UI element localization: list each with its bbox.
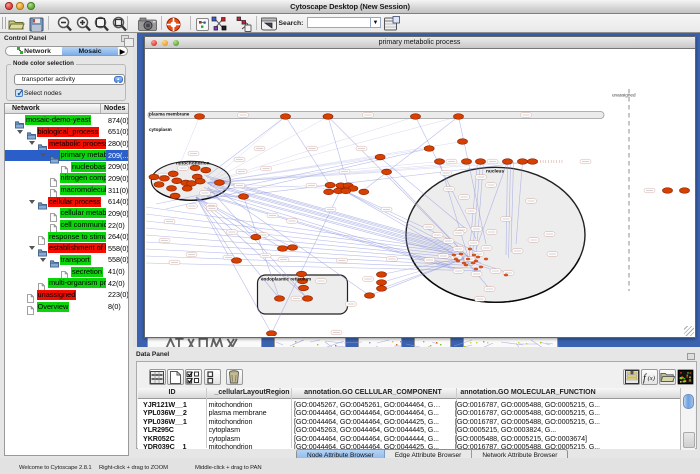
svg-text:nucleus: nucleus bbox=[486, 169, 504, 175]
svg-text:endoplasmic reticulum: endoplasmic reticulum bbox=[261, 277, 311, 282]
svg-text:(x): (x) bbox=[648, 375, 655, 382]
svg-text:cytoplasm: cytoplasm bbox=[149, 127, 172, 132]
svg-text:plasma membrane: plasma membrane bbox=[149, 112, 190, 117]
svg-text:unassigned: unassigned bbox=[612, 93, 636, 98]
svg-text:mitochondrion: mitochondrion bbox=[176, 161, 210, 167]
